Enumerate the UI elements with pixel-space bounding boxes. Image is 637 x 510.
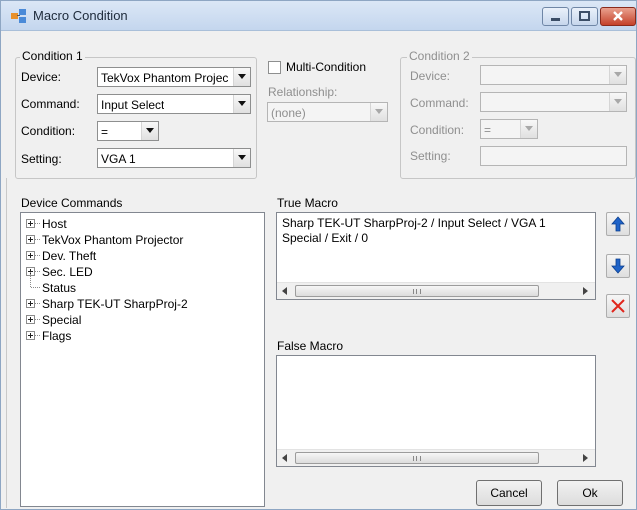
maximize-button[interactable] xyxy=(571,7,598,26)
delete-button[interactable] xyxy=(606,294,630,318)
title-bar[interactable]: Macro Condition xyxy=(1,1,636,31)
condition2-command-select[interactable] xyxy=(480,92,627,112)
condition1-command-label: Command: xyxy=(21,97,80,111)
scroll-left-icon[interactable] xyxy=(277,283,294,299)
minimize-button[interactable] xyxy=(542,7,569,26)
condition2-legend: Condition 2 xyxy=(407,49,472,63)
condition2-device-label: Device: xyxy=(410,69,451,83)
condition2-condition-label: Condition: xyxy=(410,123,465,137)
chevron-down-icon[interactable] xyxy=(609,66,626,84)
ok-button[interactable]: Ok xyxy=(557,480,623,506)
chevron-down-icon[interactable] xyxy=(141,122,158,140)
expand-icon[interactable] xyxy=(26,331,35,340)
chevron-down-icon[interactable] xyxy=(233,149,250,167)
macro-line[interactable]: Sharp TEK-UT SharpProj-2 / Input Select … xyxy=(282,216,546,230)
condition2-setting-label: Setting: xyxy=(410,149,451,163)
scroll-thumb[interactable] xyxy=(295,285,539,297)
true-macro-hscroll[interactable] xyxy=(277,282,595,299)
false-macro-list[interactable] xyxy=(276,355,596,467)
splitter[interactable] xyxy=(6,178,7,508)
multi-condition-checkbox[interactable] xyxy=(268,61,281,74)
app-icon xyxy=(11,9,26,23)
condition1-setting-label: Setting: xyxy=(21,152,62,166)
false-macro-hscroll[interactable] xyxy=(277,449,595,466)
delete-x-icon xyxy=(611,299,625,313)
chevron-down-icon[interactable] xyxy=(609,93,626,111)
macro-line[interactable]: Special / Exit / 0 xyxy=(282,231,368,245)
macro-condition-window: Macro Condition Condition 1 Device: TekV… xyxy=(0,0,637,510)
true-macro-list[interactable]: Sharp TEK-UT SharpProj-2 / Input Select … xyxy=(276,212,596,300)
condition1-command-value: Input Select xyxy=(101,98,165,112)
close-button[interactable] xyxy=(600,7,636,26)
expand-icon[interactable] xyxy=(26,299,35,308)
condition2-command-label: Command: xyxy=(410,96,469,110)
chevron-down-icon[interactable] xyxy=(520,120,537,138)
condition1-setting-value: VGA 1 xyxy=(101,152,136,166)
condition2-condition-value: = xyxy=(484,123,492,137)
relationship-label: Relationship: xyxy=(268,85,338,99)
cancel-button[interactable]: Cancel xyxy=(476,480,542,506)
condition1-command-select[interactable]: Input Select xyxy=(97,94,251,114)
condition1-legend: Condition 1 xyxy=(20,49,85,63)
device-commands-tree[interactable]: Host TekVox Phantom Projector Dev. Theft… xyxy=(20,212,265,507)
condition1-setting-select[interactable]: VGA 1 xyxy=(97,148,251,168)
condition1-condition-select[interactable]: = xyxy=(97,121,159,141)
chevron-down-icon[interactable] xyxy=(233,68,250,86)
expand-icon[interactable] xyxy=(26,251,35,260)
scroll-right-icon[interactable] xyxy=(578,450,595,466)
true-macro-label: True Macro xyxy=(277,196,338,210)
expand-icon[interactable] xyxy=(26,235,35,244)
condition1-device-select[interactable]: TekVox Phantom Projec xyxy=(97,67,251,87)
relationship-select[interactable]: (none) xyxy=(267,102,388,122)
condition1-condition-label: Condition: xyxy=(21,124,76,138)
chevron-down-icon[interactable] xyxy=(370,103,387,121)
move-down-button[interactable] xyxy=(606,254,630,278)
scroll-thumb[interactable] xyxy=(295,452,539,464)
condition1-device-label: Device: xyxy=(21,70,62,84)
scroll-right-icon[interactable] xyxy=(578,283,595,299)
condition1-device-value: TekVox Phantom Projec xyxy=(101,71,229,85)
chevron-down-icon[interactable] xyxy=(233,95,250,113)
condition2-device-select[interactable] xyxy=(480,65,627,85)
multi-condition-label[interactable]: Multi-Condition xyxy=(286,60,366,74)
expand-icon[interactable] xyxy=(26,219,35,228)
expand-icon[interactable] xyxy=(26,315,35,324)
false-macro-label: False Macro xyxy=(277,339,344,353)
relationship-value: (none) xyxy=(271,106,306,120)
scroll-left-icon[interactable] xyxy=(277,450,294,466)
arrow-down-icon xyxy=(611,258,625,274)
move-up-button[interactable] xyxy=(606,212,630,236)
condition1-condition-value: = xyxy=(101,125,109,139)
condition2-condition-select[interactable]: = xyxy=(480,119,538,139)
arrow-up-icon xyxy=(611,216,625,232)
condition2-setting-input[interactable] xyxy=(480,146,627,166)
window-title: Macro Condition xyxy=(33,8,128,23)
device-commands-label: Device Commands xyxy=(21,196,123,210)
